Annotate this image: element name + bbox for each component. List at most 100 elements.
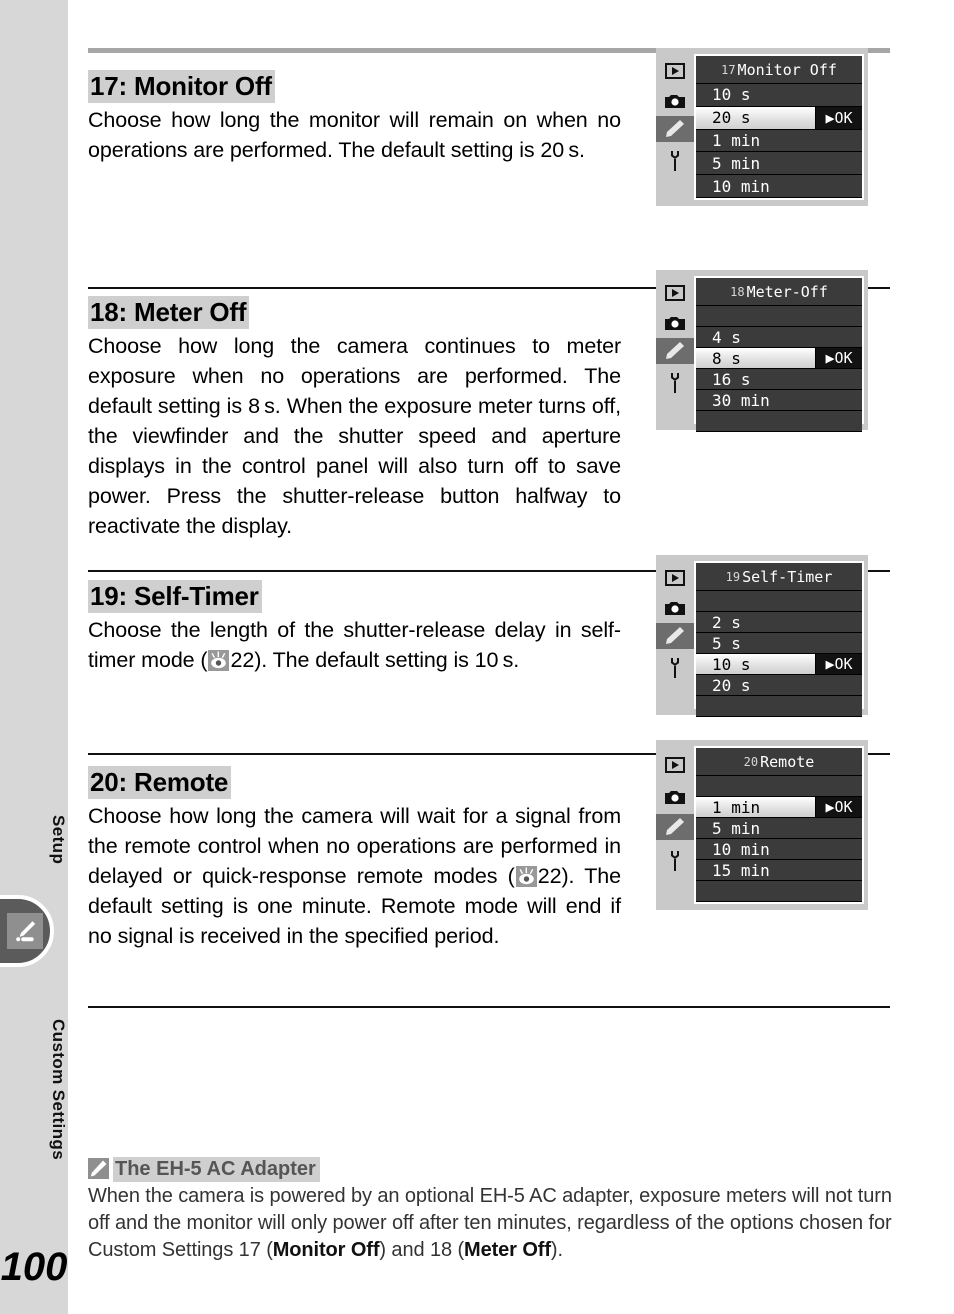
lcd-option-label: 1 min	[712, 797, 761, 817]
self-timer-icon	[208, 649, 230, 671]
lcd-option-row[interactable]: 30 min	[696, 390, 862, 411]
lcd-option-row-empty	[696, 776, 862, 797]
section-self-timer-text: 19: Self-Timer Choose the length of the …	[88, 580, 621, 675]
lcd-rows-monitor-off: 10 s 20 s ▶OK 1 min 5 min 10 min	[696, 84, 862, 198]
body-remote: Choose how long the camera will wait for…	[88, 801, 621, 951]
pencil-icon	[656, 623, 694, 649]
pencil-icon	[7, 913, 43, 949]
heading-remote: 20: Remote	[88, 766, 621, 799]
lcd-title-remote: 20 Remote	[696, 748, 862, 776]
body-monitor-off: Choose how long the monitor will remain …	[88, 107, 621, 162]
lcd-option-row-empty	[696, 306, 862, 327]
lcd-monitor-off: 17 Monitor Off 10 s 20 s ▶OK 1 min 5 min 1…	[656, 48, 868, 206]
lcd-option-row-empty	[696, 411, 862, 432]
note-body-part3: ).	[550, 1239, 563, 1261]
lcd-screen-monitor-off: 17 Monitor Off 10 s 20 s ▶OK 1 min 5 min 1…	[694, 54, 864, 200]
section-remote-text: 20: Remote Choose how long the camera wi…	[88, 766, 621, 951]
camera-icon	[661, 784, 689, 810]
body-remote-ref: 22	[537, 863, 562, 888]
lcd-screen-remote: 20 Remote 1 min ▶OK 5 min 10 min 15 min	[694, 746, 864, 904]
section-meter-off-text: 18: Meter Off Choose how long the camera…	[88, 296, 621, 541]
lcd-option-label: 8 s	[712, 348, 741, 368]
lcd-ok-badge[interactable]: ▶OK	[815, 106, 862, 129]
lcd-option-row-selected[interactable]: 20 s ▶OK	[696, 106, 862, 130]
camera-icon	[661, 88, 689, 114]
lcd-self-timer: 19 Self-Timer 2 s 5 s 10 s ▶OK 20 s	[656, 555, 868, 717]
lcd-option-label: 20 s	[712, 108, 751, 128]
note-bold-monitor-off: Monitor Off	[272, 1239, 380, 1261]
lcd-screen-meter-off: 18 Meter-Off 4 s 8 s ▶OK 16 s 30 min	[694, 276, 864, 432]
lcd-option-label: 10 s	[712, 85, 751, 105]
lcd-option-row[interactable]: 2 s	[696, 612, 862, 633]
note-heading-label: The EH-5 AC Adapter	[113, 1157, 320, 1182]
lcd-option-label: 20 s	[712, 675, 751, 695]
playback-icon	[661, 565, 689, 591]
heading-self-timer-label: 19: Self-Timer	[88, 580, 262, 613]
pencil-icon	[656, 116, 694, 142]
note-heading: The EH-5 AC Adapter	[88, 1157, 320, 1182]
lcd-option-row[interactable]: 1 min	[696, 129, 862, 153]
wrench-icon	[661, 370, 689, 396]
heading-monitor-off: 17: Monitor Off	[88, 70, 621, 103]
note-eh5-adapter: The EH-5 AC Adapter When the camera is p…	[88, 1157, 900, 1264]
lcd-option-row[interactable]: 16 s	[696, 369, 862, 390]
body-self-timer: Choose the length of the shutter-release…	[88, 615, 621, 675]
lcd-option-row-selected[interactable]: 8 s ▶OK	[696, 348, 862, 369]
note-body-part2: ) and 18 (	[379, 1239, 465, 1261]
lcd-meter-off: 18 Meter-Off 4 s 8 s ▶OK 16 s 30 min	[656, 270, 868, 432]
sidebar-tab-custom-settings[interactable]	[0, 895, 54, 967]
lcd-option-row[interactable]: 5 s	[696, 633, 862, 654]
heading-monitor-off-label: 17: Monitor Off	[88, 70, 275, 103]
lcd-option-label: 5 min	[712, 818, 761, 838]
lcd-option-label: 16 s	[712, 369, 751, 389]
lcd-ok-badge[interactable]: ▶OK	[815, 797, 862, 817]
lcd-option-row[interactable]: 10 min	[696, 175, 862, 198]
body-meter-off: Choose how long the camera continues to …	[88, 333, 621, 538]
lcd-option-label: 10 s	[712, 654, 751, 674]
lcd-option-label: 5 min	[712, 153, 761, 173]
note-body: When the camera is powered by an optiona…	[88, 1183, 900, 1264]
lcd-option-row[interactable]: 10 min	[696, 839, 862, 860]
lcd-option-row[interactable]: 5 min	[696, 818, 862, 839]
pencil-icon	[656, 814, 694, 840]
lcd-option-label: 15 min	[712, 860, 770, 880]
lcd-ok-badge[interactable]: ▶OK	[815, 654, 862, 674]
lcd-title-meter-off: 18 Meter-Off	[696, 278, 862, 306]
note-bold-meter-off: Meter Off	[464, 1239, 551, 1261]
self-timer-icon	[515, 865, 537, 887]
wrench-icon	[661, 655, 689, 681]
lcd-title-text: Self-Timer	[742, 567, 833, 586]
lcd-option-row[interactable]: 15 min	[696, 860, 862, 881]
lcd-option-row-selected[interactable]: 10 s ▶OK	[696, 654, 862, 675]
heading-remote-label: 20: Remote	[88, 766, 232, 799]
lcd-option-row-selected[interactable]: 1 min ▶OK	[696, 797, 862, 818]
lcd-option-row-empty	[696, 881, 862, 902]
lcd-option-row[interactable]: 4 s	[696, 327, 862, 348]
heading-self-timer: 19: Self-Timer	[88, 580, 621, 613]
section-monitor-off-text: 17: Monitor Off Choose how long the moni…	[88, 70, 621, 165]
lcd-ok-badge[interactable]: ▶OK	[815, 348, 862, 368]
lcd-option-row-empty	[696, 696, 862, 717]
lcd-remote: 20 Remote 1 min ▶OK 5 min 10 min 15 min	[656, 740, 868, 910]
lcd-screen-self-timer: 19 Self-Timer 2 s 5 s 10 s ▶OK 20 s	[694, 561, 864, 717]
lcd-option-row[interactable]: 10 s	[696, 84, 862, 107]
body-self-timer-ref: 22	[230, 647, 255, 672]
lcd-option-label: 10 min	[712, 176, 770, 196]
pencil-icon	[656, 338, 694, 364]
lcd-option-row[interactable]: 5 min	[696, 152, 862, 176]
lcd-option-label: 5 s	[712, 633, 741, 653]
pencil-icon	[88, 1158, 109, 1179]
lcd-title-text: Remote	[760, 752, 815, 771]
sidebar-label-setup: Setup	[0, 800, 68, 880]
lcd-option-row[interactable]: 20 s	[696, 675, 862, 696]
camera-icon	[661, 310, 689, 336]
lcd-number: 19	[725, 569, 741, 584]
lcd-rows-remote: 1 min ▶OK 5 min 10 min 15 min	[696, 776, 862, 902]
body-self-timer-part2: ). The default setting is 10 s.	[254, 647, 520, 672]
lcd-rows-self-timer: 2 s 5 s 10 s ▶OK 20 s	[696, 591, 862, 717]
wrench-icon	[661, 148, 689, 174]
heading-meter-off-label: 18: Meter Off	[88, 296, 250, 329]
lcd-side-icons	[656, 740, 694, 910]
sidebar-label-custom-settings: Custom Settings	[0, 1000, 68, 1180]
section-divider-4	[88, 1006, 890, 1008]
